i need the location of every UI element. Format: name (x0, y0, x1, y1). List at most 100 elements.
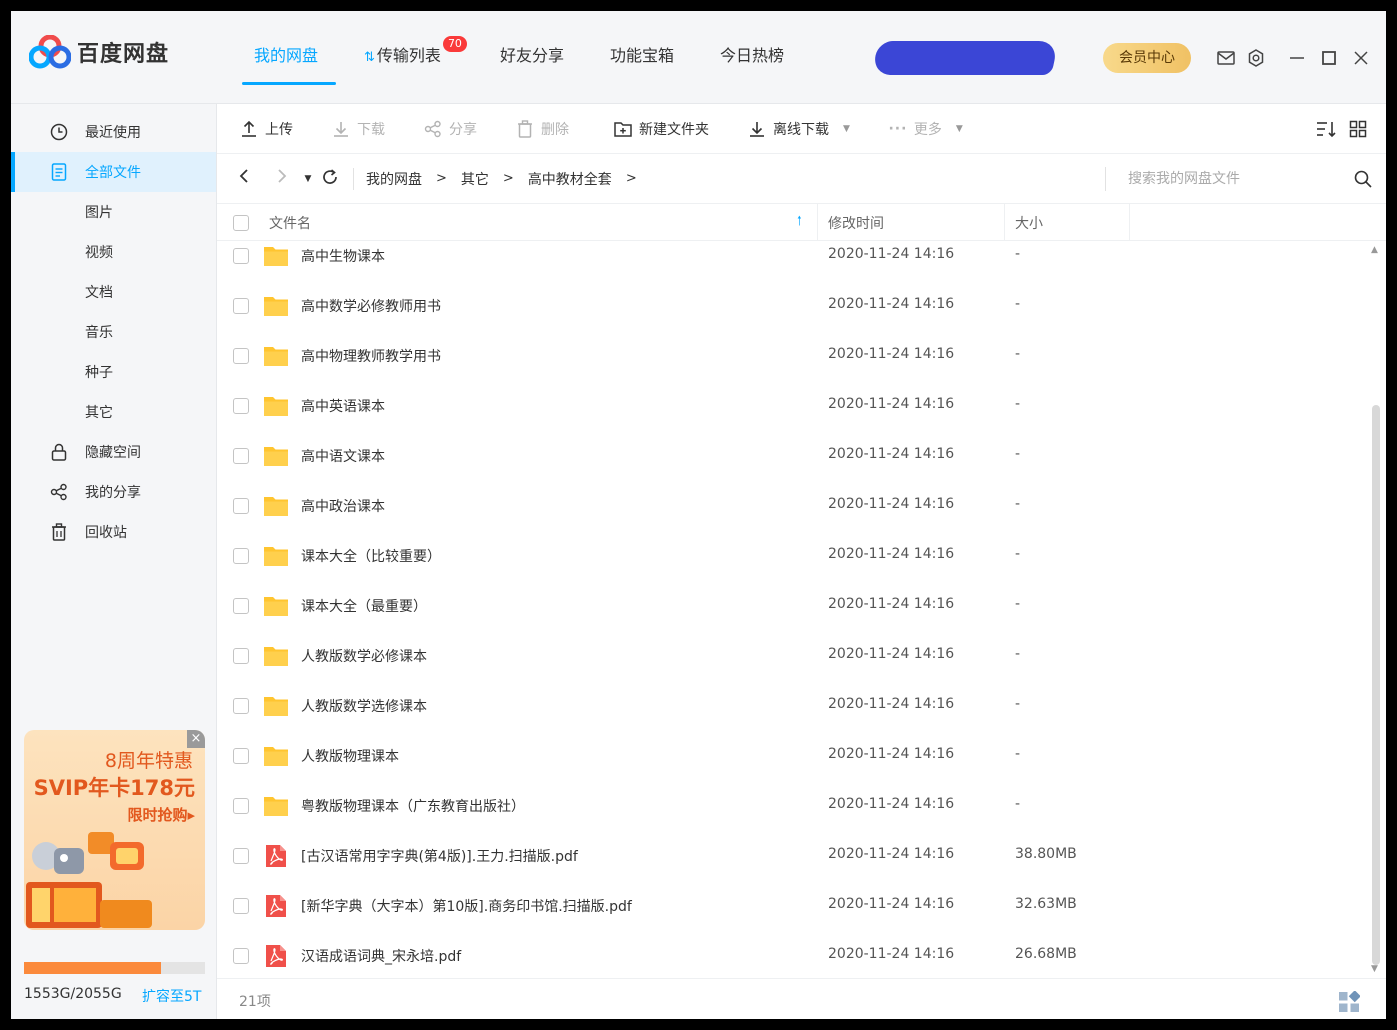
row-checkbox[interactable] (233, 598, 249, 614)
breadcrumb-separator-icon[interactable]: > (626, 171, 637, 186)
table-row[interactable]: 高中物理教师教学用书 2020-11-24 14:16 - (217, 331, 1367, 381)
app-logo[interactable]: 百度网盘 (29, 35, 169, 69)
nav-transfer-list[interactable]: ⇅ 传输列表 70 (341, 11, 477, 104)
column-divider[interactable] (1129, 204, 1130, 241)
sort-ascending-arrow-icon[interactable]: 🠑 (797, 212, 802, 234)
file-name[interactable]: 高中生物课本 (301, 246, 385, 266)
row-checkbox[interactable] (233, 448, 249, 464)
maximize-icon[interactable] (1313, 45, 1345, 71)
row-checkbox[interactable] (233, 398, 249, 414)
row-checkbox[interactable] (233, 498, 249, 514)
file-name[interactable]: 高中物理教师教学用书 (301, 346, 441, 366)
row-checkbox[interactable] (233, 348, 249, 364)
search-icon[interactable] (1353, 169, 1373, 189)
table-row[interactable]: 高中政治课本 2020-11-24 14:16 - (217, 481, 1367, 531)
table-row[interactable]: 高中生物课本 2020-11-24 14:16 - (217, 241, 1367, 281)
search-input[interactable] (1106, 167, 1336, 191)
file-name[interactable]: 高中政治课本 (301, 496, 385, 516)
back-arrow-icon[interactable] (225, 168, 263, 189)
forward-arrow-icon[interactable] (263, 168, 301, 189)
file-name[interactable]: 课本大全（比较重要） (301, 546, 441, 566)
table-row[interactable]: [古汉语常用字字典(第4版)].王力.扫描版.pdf 2020-11-24 14:… (217, 831, 1367, 881)
offline-download-button[interactable]: 离线下载 ▼ (747, 119, 850, 139)
row-checkbox[interactable] (233, 648, 249, 664)
minimize-icon[interactable] (1281, 45, 1313, 71)
row-checkbox[interactable] (233, 948, 249, 964)
sort-icon[interactable] (1310, 118, 1342, 140)
upload-button[interactable]: 上传 (239, 119, 293, 139)
redacted-username[interactable] (871, 41, 1059, 75)
breadcrumb-other[interactable]: 其它 (461, 169, 489, 189)
row-checkbox[interactable] (233, 798, 249, 814)
file-name[interactable]: 课本大全（最重要） (301, 596, 427, 616)
file-name[interactable]: [古汉语常用字字典(第4版)].王力.扫描版.pdf (301, 846, 578, 866)
file-name[interactable]: 人教版数学必修课本 (301, 646, 427, 666)
table-row[interactable]: 汉语成语词典_宋永培.pdf 2020-11-24 14:16 26.68MB (217, 931, 1367, 978)
more-button[interactable]: ··· 更多 ▼ (888, 119, 963, 139)
column-header-modified-time[interactable]: 修改时间 (828, 213, 884, 233)
sidebar-item-other[interactable]: 其它 (11, 392, 216, 432)
grid-view-icon[interactable] (1342, 118, 1374, 140)
new-folder-button[interactable]: 新建文件夹 (613, 119, 709, 139)
sidebar-item-recent[interactable]: 最近使用 (11, 112, 216, 152)
file-name[interactable]: 高中语文课本 (301, 446, 385, 466)
table-row[interactable]: 粤教版物理课本（广东教育出版社） 2020-11-24 14:16 - (217, 781, 1367, 831)
row-checkbox[interactable] (233, 748, 249, 764)
sidebar-item-hidden-space[interactable]: 隐藏空间 (11, 432, 216, 472)
sidebar-item-videos[interactable]: 视频 (11, 232, 216, 272)
column-header-size[interactable]: 大小 (1015, 213, 1043, 233)
file-name[interactable]: 高中数学必修教师用书 (301, 296, 441, 316)
share-button[interactable]: 分享 (423, 119, 477, 139)
breadcrumb-my-netdisk[interactable]: 我的网盘 (366, 169, 422, 189)
app-grid-icon[interactable] (1338, 991, 1360, 1013)
sidebar-item-torrents[interactable]: 种子 (11, 352, 216, 392)
table-row[interactable]: 课本大全（最重要） 2020-11-24 14:16 - (217, 581, 1367, 631)
delete-button[interactable]: 删除 (515, 119, 569, 139)
nav-hot-today[interactable]: 今日热榜 (697, 11, 807, 104)
file-name[interactable]: [新华字典（大字本）第10版].商务印书馆.扫描版.pdf (301, 896, 632, 916)
nav-my-netdisk[interactable]: 我的网盘 (231, 11, 341, 104)
row-checkbox[interactable] (233, 898, 249, 914)
column-divider[interactable] (1004, 204, 1005, 241)
file-name[interactable]: 人教版物理课本 (301, 746, 399, 766)
chevron-down-icon[interactable]: ▼ (843, 124, 850, 134)
vip-center-button[interactable]: 会员中心 (1103, 43, 1191, 73)
table-row[interactable]: 高中数学必修教师用书 2020-11-24 14:16 - (217, 281, 1367, 331)
chevron-down-icon[interactable]: ▼ (956, 124, 963, 134)
table-row[interactable]: 高中英语课本 2020-11-24 14:16 - (217, 381, 1367, 431)
row-checkbox[interactable] (233, 848, 249, 864)
scroll-up-arrow-icon[interactable]: ▲ (1371, 245, 1378, 255)
sidebar-item-my-shares[interactable]: 我的分享 (11, 472, 216, 512)
row-checkbox[interactable] (233, 248, 249, 264)
nav-friend-share[interactable]: 好友分享 (477, 11, 587, 104)
close-window-icon[interactable] (1345, 45, 1377, 71)
table-row[interactable]: 人教版数学选修课本 2020-11-24 14:16 - (217, 681, 1367, 731)
table-row[interactable]: 高中语文课本 2020-11-24 14:16 - (217, 431, 1367, 481)
row-checkbox[interactable] (233, 698, 249, 714)
svip-promo-banner[interactable]: × 8周年特惠 SVIP年卡178元 限时抢购▸ (24, 730, 205, 930)
file-name[interactable]: 高中英语课本 (301, 396, 385, 416)
select-all-checkbox[interactable] (233, 215, 249, 231)
expand-storage-link[interactable]: 扩容至5T (142, 986, 201, 1006)
table-row[interactable]: 人教版数学必修课本 2020-11-24 14:16 - (217, 631, 1367, 681)
mail-icon[interactable] (1211, 45, 1241, 71)
nav-toolbox[interactable]: 功能宝箱 (587, 11, 697, 104)
table-row[interactable]: 课本大全（比较重要） 2020-11-24 14:16 - (217, 531, 1367, 581)
scrollbar-thumb[interactable] (1372, 405, 1380, 965)
sidebar-item-music[interactable]: 音乐 (11, 312, 216, 352)
row-checkbox[interactable] (233, 548, 249, 564)
file-list-scrollbar[interactable]: ▲ ▼ (1367, 241, 1386, 978)
column-header-name[interactable]: 文件名 (269, 213, 311, 233)
table-row[interactable]: 人教版物理课本 2020-11-24 14:16 - (217, 731, 1367, 781)
settings-gear-icon[interactable] (1241, 45, 1271, 71)
download-button[interactable]: 下载 (331, 119, 385, 139)
sidebar-item-images[interactable]: 图片 (11, 192, 216, 232)
sidebar-item-documents[interactable]: 文档 (11, 272, 216, 312)
sidebar-item-recycle-bin[interactable]: 回收站 (11, 512, 216, 552)
sidebar-item-all-files[interactable]: 全部文件 (11, 152, 216, 192)
history-dropdown-icon[interactable]: ▼ (301, 174, 315, 184)
refresh-icon[interactable] (315, 168, 345, 190)
table-row[interactable]: [新华字典（大字本）第10版].商务印书馆.扫描版.pdf 2020-11-24 … (217, 881, 1367, 931)
file-name[interactable]: 人教版数学选修课本 (301, 696, 427, 716)
breadcrumb-current-folder[interactable]: 高中教材全套 (528, 169, 612, 189)
